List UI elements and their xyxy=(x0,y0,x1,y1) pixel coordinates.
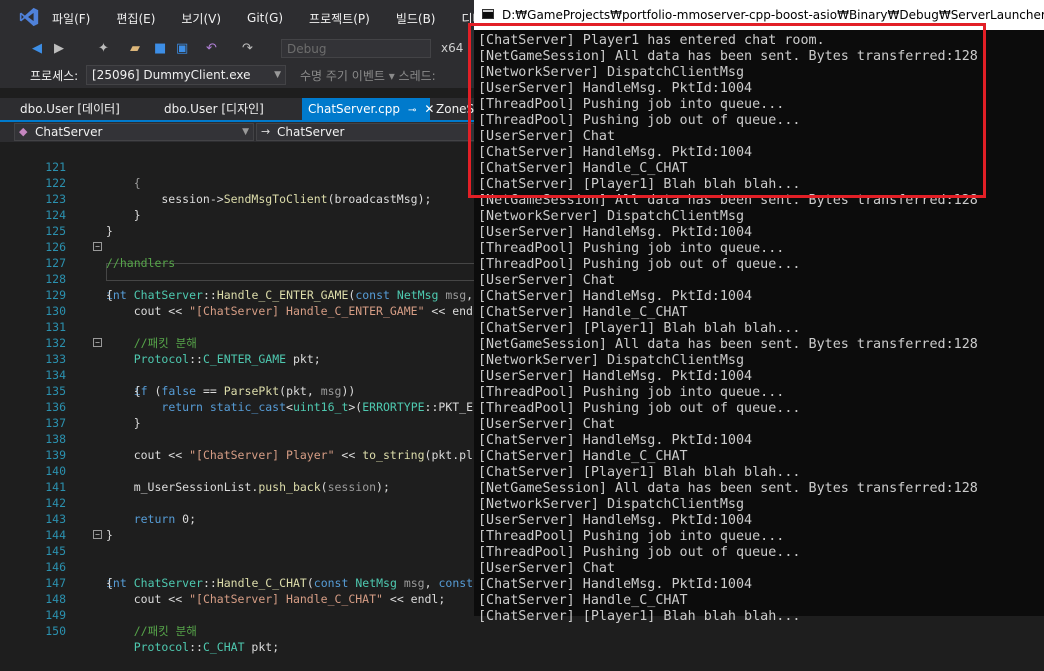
console-line: [ThreadPool] Pushing job into queue... xyxy=(478,529,785,544)
console-line: [ThreadPool] Pushing job out of queue... xyxy=(478,401,801,416)
highlight-annotation-box xyxy=(468,23,986,198)
tab-dbo-user-data[interactable]: dbo.User [데이터] xyxy=(14,98,126,120)
console-line: [UserServer] Chat xyxy=(478,417,616,432)
visual-studio-logo-icon xyxy=(19,7,39,27)
console-icon xyxy=(482,9,494,19)
console-line: [UserServer] Chat xyxy=(478,561,616,576)
process-label: 프로세스: xyxy=(30,69,79,83)
scope-dropdown[interactable]: ◆ ChatServer ▼ xyxy=(14,123,254,141)
main-menu: 파일(F) 편집(E) 보기(V) Git(G) 프로젝트(P) 빌드(B) 디… xyxy=(52,0,521,36)
tab-label: ChatServer.cpp xyxy=(308,102,400,116)
menu-project[interactable]: 프로젝트(P) xyxy=(309,10,370,27)
collapse-icon[interactable]: − xyxy=(93,242,102,251)
console-line: [ThreadPool] Pushing job out of queue... xyxy=(478,545,801,560)
console-line: [UserServer] Chat xyxy=(478,273,616,288)
lifecycle-events-label[interactable]: 수명 주기 이벤트 ▾ 스레드: xyxy=(300,67,436,84)
console-line: [UserServer] HandleMsg. PktId:1004 xyxy=(478,513,753,528)
console-line: [NetGameSession] All data has been sent.… xyxy=(478,337,978,352)
console-line: [ChatServer] [Player1] Blah blah blah... xyxy=(478,465,801,480)
console-line: [ThreadPool] Pushing job out of queue... xyxy=(478,257,801,272)
member-value: ChatServer xyxy=(277,125,345,139)
open-file-icon[interactable]: ▰ xyxy=(130,41,140,57)
console-line: [ChatServer] HandleMsg. PktId:1004 xyxy=(478,289,753,304)
save-icon[interactable]: ■ xyxy=(154,41,166,57)
class-icon: ◆ xyxy=(19,125,28,138)
pin-icon[interactable]: ⊸ xyxy=(408,105,416,116)
code-comment: //패킷 분해 xyxy=(106,624,197,638)
tab-dbo-user-design[interactable]: dbo.User [디자인] xyxy=(158,98,270,120)
collapse-icon[interactable]: − xyxy=(93,530,102,539)
console-line: [ChatServer] [Player1] Blah blah blah... xyxy=(478,609,801,624)
navigate-forward-icon[interactable]: ▶ xyxy=(54,41,64,57)
console-line: [NetGameSession] All data has been sent.… xyxy=(478,481,978,496)
console-line: [ChatServer] Handle_C_CHAT xyxy=(478,305,688,320)
console-line: [ChatServer] Handle_C_CHAT xyxy=(478,449,688,464)
save-all-icon[interactable]: ▣ xyxy=(176,41,188,57)
member-dropdown[interactable]: → ChatServer xyxy=(256,123,476,141)
menu-build[interactable]: 빌드(B) xyxy=(396,10,436,27)
new-project-icon[interactable]: ✦ xyxy=(98,41,109,57)
console-title: D:₩GameProjects₩portfolio-mmoserver-cpp-… xyxy=(502,8,1044,22)
tab-label: dbo.User [디자인] xyxy=(164,102,264,116)
tab-label: dbo.User [데이터] xyxy=(20,102,120,116)
console-line: [ChatServer] Handle_C_CHAT xyxy=(478,593,688,608)
undo-icon[interactable]: ↶ xyxy=(206,41,217,57)
console-line: [UserServer] HandleMsg. PktId:1004 xyxy=(478,369,753,384)
console-line: [NetworkServer] DispatchClientMsg xyxy=(478,497,745,512)
redo-icon[interactable]: ↷ xyxy=(242,41,253,57)
console-line: [UserServer] HandleMsg. PktId:1004 xyxy=(478,225,753,240)
collapse-icon[interactable]: − xyxy=(93,338,102,347)
console-line: [ChatServer] HandleMsg. PktId:1004 xyxy=(478,577,753,592)
console-line: [ThreadPool] Pushing job into queue... xyxy=(478,385,785,400)
navigate-back-icon[interactable]: ◀ xyxy=(32,41,42,57)
menu-git[interactable]: Git(G) xyxy=(247,11,283,25)
scope-value: ChatServer xyxy=(35,125,103,139)
console-line: [ChatServer] [Player1] Blah blah blah... xyxy=(478,321,801,336)
console-line: [NetworkServer] DispatchClientMsg xyxy=(478,209,745,224)
code-text: Protocol::C_CHAT pkt; xyxy=(133,640,280,654)
solution-configuration-dropdown[interactable]: Debug xyxy=(281,39,431,58)
chevron-down-icon: ▼ xyxy=(242,127,249,137)
console-line: [NetworkServer] DispatchClientMsg xyxy=(478,353,745,368)
menu-view[interactable]: 보기(V) xyxy=(181,10,221,27)
arrow-right-icon: → xyxy=(261,125,271,138)
menu-edit[interactable]: 편집(E) xyxy=(116,10,155,27)
tab-chatserver-cpp[interactable]: ChatServer.cpp ⊸ ✕ xyxy=(302,98,434,120)
console-line: [ChatServer] HandleMsg. PktId:1004 xyxy=(478,433,753,448)
chevron-down-icon: ▼ xyxy=(274,70,281,80)
process-value: [25096] DummyClient.exe xyxy=(92,68,251,82)
process-dropdown[interactable]: [25096] DummyClient.exe ▼ xyxy=(86,65,286,85)
solution-platform-dropdown[interactable]: x64 xyxy=(441,41,463,55)
menu-file[interactable]: 파일(F) xyxy=(52,10,90,27)
console-line: [ThreadPool] Pushing job into queue... xyxy=(478,241,785,256)
